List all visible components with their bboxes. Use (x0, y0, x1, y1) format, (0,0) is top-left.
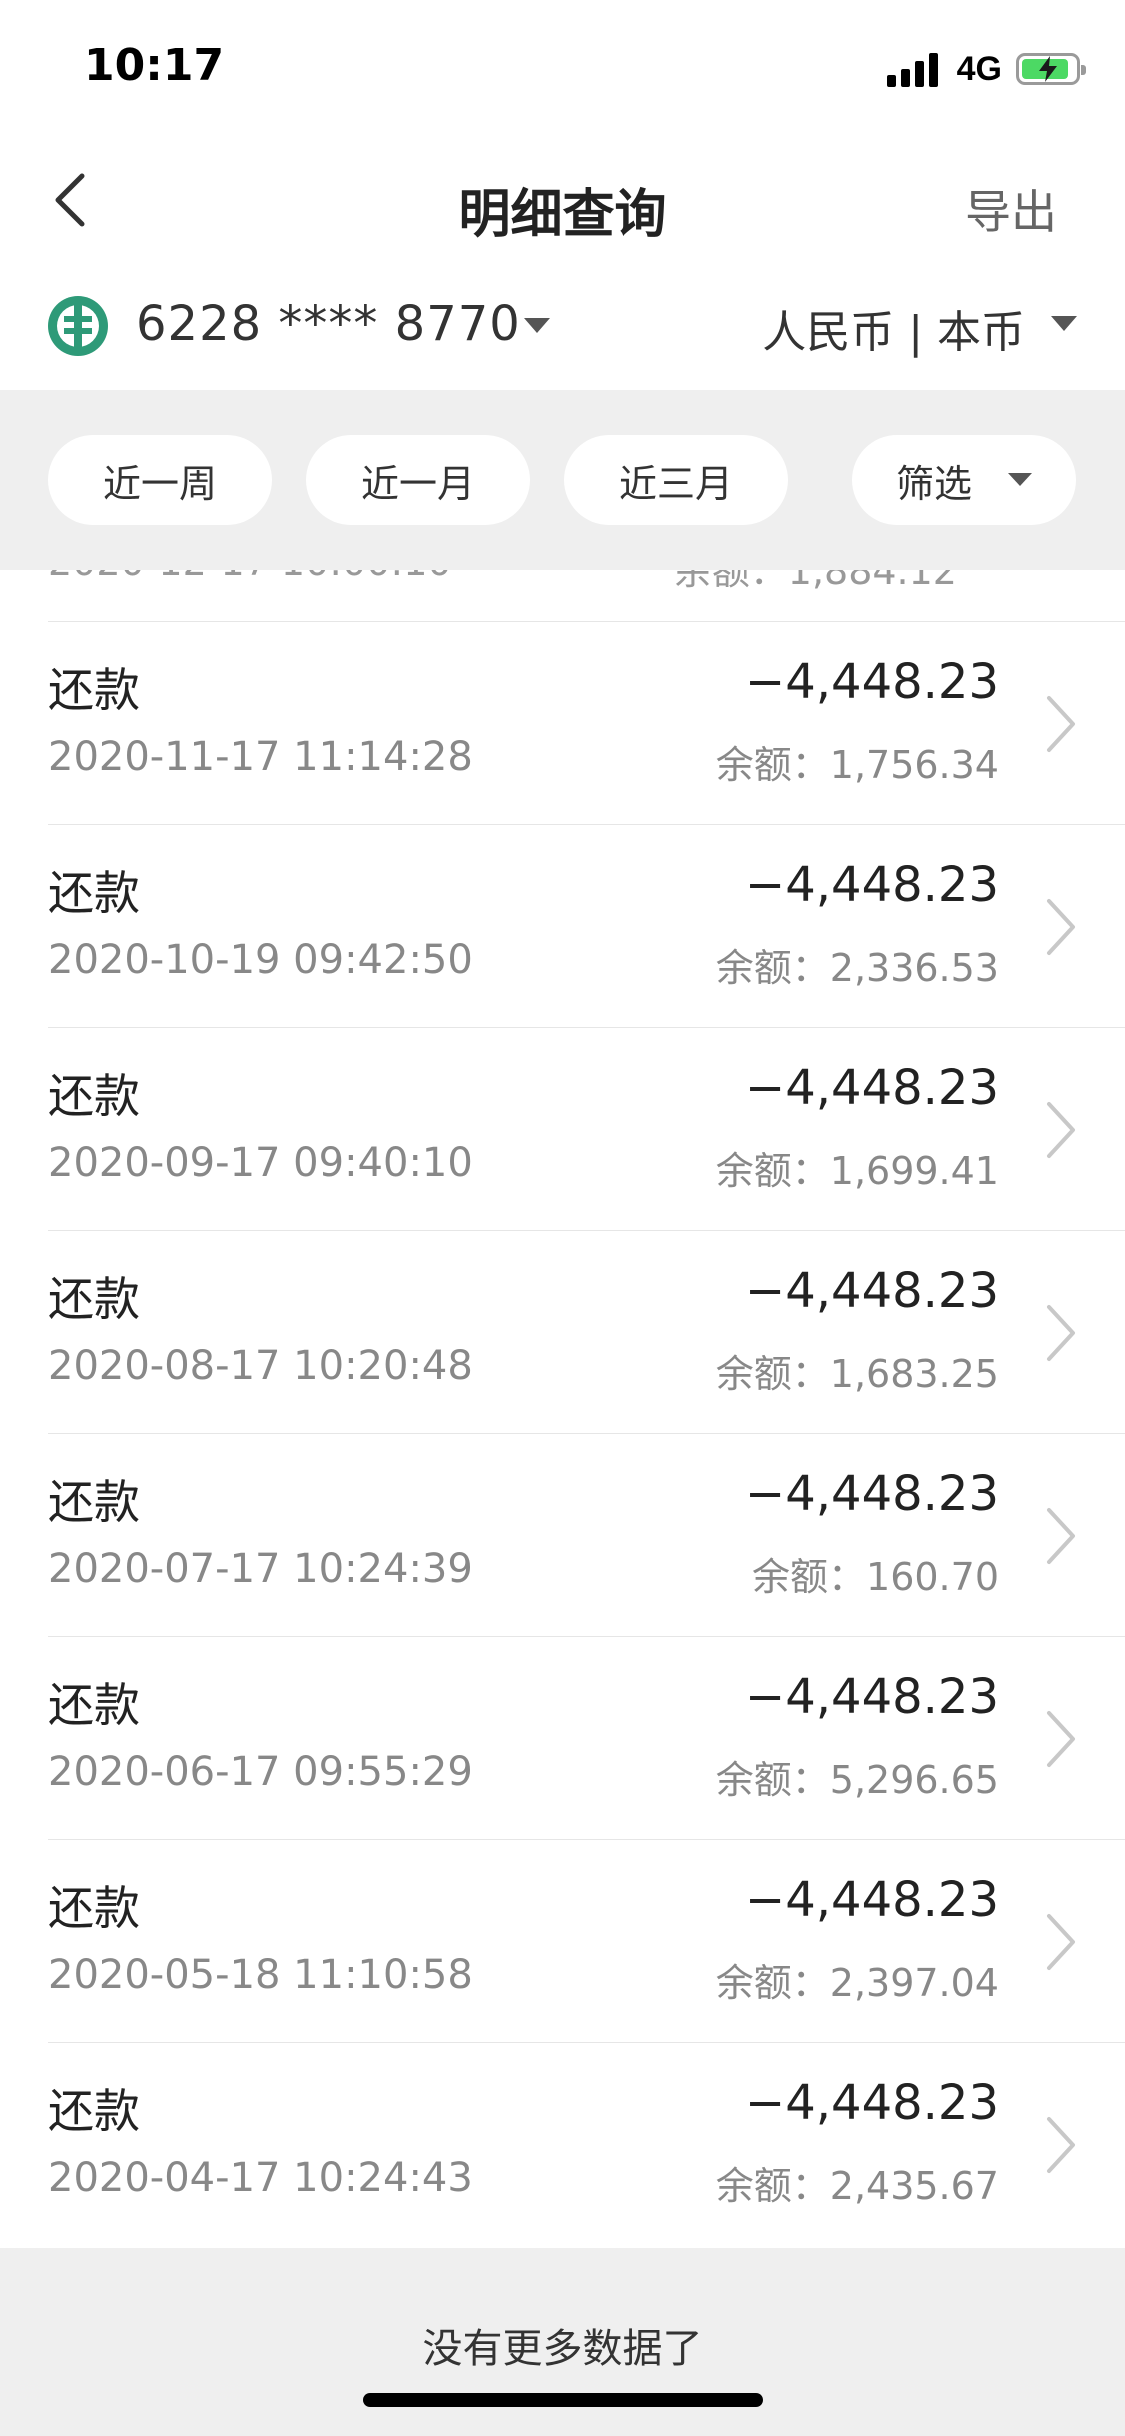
chevron-right-icon (1047, 2117, 1075, 2173)
transaction-date: 2020-11-17 11:14:28 (48, 734, 473, 780)
filter-chip-three-months[interactable]: 近三月 (564, 435, 788, 525)
transaction-type: 还款 (48, 1678, 140, 1732)
transaction-list[interactable]: 2020-12-17 10:00:10 余额：1,884.12 还款 2020-… (0, 570, 1125, 2248)
transaction-date: 2020-05-18 11:10:58 (48, 1952, 473, 1998)
transaction-balance: 余额：2,435.67 (715, 2164, 999, 2208)
transaction-balance: 余额：2,397.04 (715, 1961, 999, 2005)
chevron-right-icon (1047, 696, 1075, 752)
currency-selector[interactable]: 人民币 | 本币 (762, 296, 1025, 360)
no-more-data-text: 没有更多数据了 (422, 2326, 703, 2372)
export-button[interactable]: 导出 (965, 176, 1057, 242)
nav-bar: 明细查询 导出 (0, 140, 1125, 260)
transaction-type: 还款 (48, 1069, 140, 1123)
transaction-date: 2020-10-19 09:42:50 (48, 937, 473, 983)
chevron-right-icon (1047, 1102, 1075, 1158)
bank-logo-icon (48, 296, 108, 356)
transaction-date: 2020-04-17 10:24:43 (48, 2155, 473, 2201)
transaction-balance: 余额：1,699.41 (715, 1149, 999, 1193)
partial-balance: 余额：1,884.12 (673, 570, 957, 593)
chevron-right-icon (1047, 1305, 1075, 1361)
transaction-amount: −4,448.23 (745, 1060, 999, 1116)
chevron-right-icon (1047, 899, 1075, 955)
transaction-row[interactable]: 还款 2020-11-17 11:14:28 −4,448.23 余额：1,75… (0, 622, 1125, 825)
transaction-balance: 余额：2,336.53 (715, 946, 999, 990)
account-bar: 6228 **** 8770 人民币 | 本币 (0, 270, 1125, 390)
signal-icon (886, 51, 943, 87)
transaction-row[interactable]: 还款 2020-04-17 10:24:43 −4,448.23 余额：2,43… (0, 2043, 1125, 2246)
transaction-date: 2020-07-17 10:24:39 (48, 1546, 473, 1592)
transaction-amount: −4,448.23 (745, 1263, 999, 1319)
page-title: 明细查询 (458, 185, 667, 245)
transaction-row[interactable]: 还款 2020-09-17 09:40:10 −4,448.23 余额：1,69… (0, 1028, 1125, 1231)
transaction-date: 2020-08-17 10:20:48 (48, 1343, 473, 1389)
transaction-row[interactable]: 还款 2020-06-17 09:55:29 −4,448.23 余额：5,29… (0, 1637, 1125, 1840)
transaction-balance: 余额：1,683.25 (715, 1352, 999, 1396)
caret-down-icon (1008, 473, 1032, 486)
status-time: 10:17 (84, 40, 225, 91)
filter-bar: 近一周 近一月 近三月 筛选 (0, 390, 1125, 570)
card-number-selector[interactable]: 6228 **** 8770 (136, 296, 521, 352)
transaction-row[interactable]: 还款 2020-08-17 10:20:48 −4,448.23 余额：1,68… (0, 1231, 1125, 1434)
transaction-amount: −4,448.23 (745, 1872, 999, 1928)
transaction-type: 还款 (48, 1881, 140, 1935)
filter-chip-month[interactable]: 近一月 (306, 435, 530, 525)
battery-icon (1016, 53, 1086, 85)
chevron-right-icon (1047, 1711, 1075, 1767)
transaction-amount: −4,448.23 (745, 654, 999, 710)
transaction-balance: 余额：1,756.34 (715, 743, 999, 787)
caret-down-icon[interactable] (1051, 316, 1077, 332)
transaction-type: 还款 (48, 663, 140, 717)
transaction-type: 还款 (48, 1475, 140, 1529)
transaction-amount: −4,448.23 (745, 2075, 999, 2131)
partial-date: 2020-12-17 10:00:10 (48, 570, 452, 584)
transaction-type: 还款 (48, 1272, 140, 1326)
transaction-type: 还款 (48, 2084, 140, 2138)
transaction-amount: −4,448.23 (745, 1466, 999, 1522)
transaction-row[interactable]: 还款 2020-05-18 11:10:58 −4,448.23 余额：2,39… (0, 1840, 1125, 2043)
filter-chip-week[interactable]: 近一周 (48, 435, 272, 525)
transaction-type: 还款 (48, 866, 140, 920)
network-type: 4G (956, 49, 1002, 88)
home-indicator[interactable] (363, 2393, 763, 2407)
caret-down-icon[interactable] (524, 318, 550, 334)
status-bar: 10:17 4G (0, 0, 1125, 140)
partial-list-item: 2020-12-17 10:00:10 余额：1,884.12 (48, 570, 957, 594)
transaction-amount: −4,448.23 (745, 1669, 999, 1725)
list-footer: 没有更多数据了 (0, 2248, 1125, 2436)
filter-dropdown-button[interactable]: 筛选 (852, 435, 1076, 525)
transaction-balance: 余额：160.70 (752, 1555, 999, 1599)
transaction-row[interactable]: 还款 2020-07-17 10:24:39 −4,448.23 余额：160.… (0, 1434, 1125, 1637)
status-indicators: 4G (886, 44, 1086, 94)
filter-label: 筛选 (895, 461, 972, 506)
transaction-balance: 余额：5,296.65 (715, 1758, 999, 1802)
transaction-amount: −4,448.23 (745, 857, 999, 913)
transaction-row[interactable]: 还款 2020-10-19 09:42:50 −4,448.23 余额：2,33… (0, 825, 1125, 1028)
chevron-right-icon (1047, 1914, 1075, 1970)
chevron-right-icon (1047, 1508, 1075, 1564)
transaction-date: 2020-09-17 09:40:10 (48, 1140, 473, 1186)
transaction-date: 2020-06-17 09:55:29 (48, 1749, 473, 1795)
